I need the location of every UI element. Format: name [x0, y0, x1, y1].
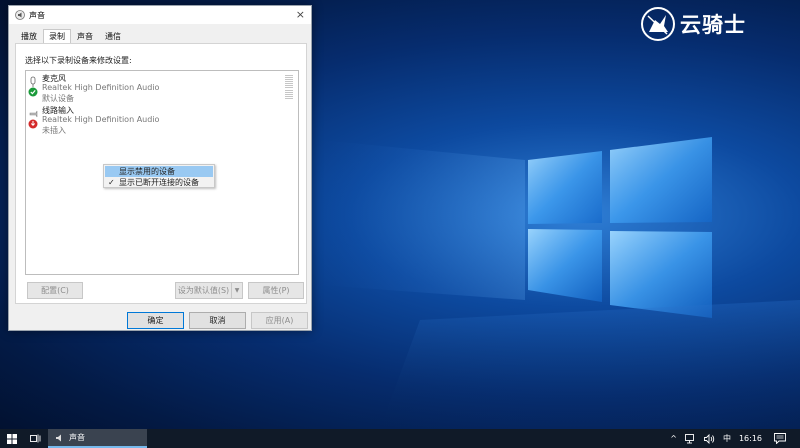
cancel-button[interactable]: 取消: [189, 312, 246, 329]
tab-playback[interactable]: 播放: [15, 29, 43, 43]
device-driver: Realtek High Definition Audio: [42, 83, 160, 92]
taskbar-clock[interactable]: 16:16: [739, 434, 762, 443]
input-method-indicator[interactable]: 中: [723, 433, 731, 444]
context-menu: 显示禁用的设备 ✓ 显示已断开连接的设备: [103, 164, 215, 188]
menu-item-label: 显示禁用的设备: [119, 167, 175, 176]
taskbar-app-label: 声音: [69, 433, 85, 442]
taskbar: 声音 ^ 中 16:16: [0, 429, 800, 448]
microphone-icon: [28, 76, 38, 97]
tab-strip: 播放 录制 声音 通信: [15, 29, 127, 44]
system-tray: ^ 中 16:16: [670, 429, 800, 448]
chevron-down-icon[interactable]: ▼: [231, 283, 242, 298]
check-badge: [28, 87, 38, 97]
dialog-title: 声音: [29, 10, 45, 20]
taskbar-app-sound[interactable]: 声音: [48, 429, 147, 448]
watermark: 云骑士: [640, 6, 746, 42]
menu-item-show-disabled[interactable]: 显示禁用的设备: [105, 166, 213, 177]
menu-item-show-disconnected[interactable]: ✓ 显示已断开连接的设备: [105, 177, 213, 188]
start-button[interactable]: [0, 429, 24, 448]
set-default-label: 设为默认值(S): [177, 286, 230, 295]
network-icon[interactable]: [684, 433, 696, 444]
set-default-button[interactable]: 设为默认值(S) ▼: [175, 282, 243, 299]
close-button[interactable]: ×: [296, 8, 305, 21]
speaker-icon: [56, 434, 61, 441]
windows-start-icon: [7, 433, 17, 444]
speaker-icon: [15, 10, 25, 20]
configure-button[interactable]: 配置(C): [27, 282, 83, 299]
knight-logo-icon: [641, 7, 675, 41]
action-center-icon[interactable]: [774, 433, 786, 444]
device-item-line-in[interactable]: 线路输入 Realtek High Definition Audio 未插入: [28, 105, 268, 135]
device-status: 默认设备: [42, 94, 74, 103]
volume-icon[interactable]: [703, 433, 715, 444]
level-meter: [285, 75, 293, 99]
watermark-text: 云骑士: [680, 13, 746, 37]
show-hidden-icons-button[interactable]: ^: [670, 434, 677, 443]
checkmark-icon: ✓: [108, 178, 115, 187]
tab-communications[interactable]: 通信: [99, 29, 127, 43]
dialog-titlebar[interactable]: 声音 ×: [9, 6, 311, 24]
apply-button[interactable]: 应用(A): [251, 312, 308, 329]
tab-sounds[interactable]: 声音: [71, 29, 99, 43]
line-in-icon: [28, 110, 38, 129]
device-item-microphone[interactable]: 麦克风 Realtek High Definition Audio 默认设备: [28, 73, 293, 103]
device-driver: Realtek High Definition Audio: [42, 115, 160, 124]
task-view-button[interactable]: [24, 429, 46, 448]
instruction-text: 选择以下录制设备来修改设置:: [25, 56, 132, 65]
device-status: 未插入: [42, 126, 66, 135]
properties-button[interactable]: 属性(P): [248, 282, 304, 299]
task-view-icon: [29, 434, 40, 443]
tab-recording[interactable]: 录制: [43, 29, 71, 44]
ok-button[interactable]: 确定: [127, 312, 184, 329]
menu-item-label: 显示已断开连接的设备: [119, 178, 199, 187]
